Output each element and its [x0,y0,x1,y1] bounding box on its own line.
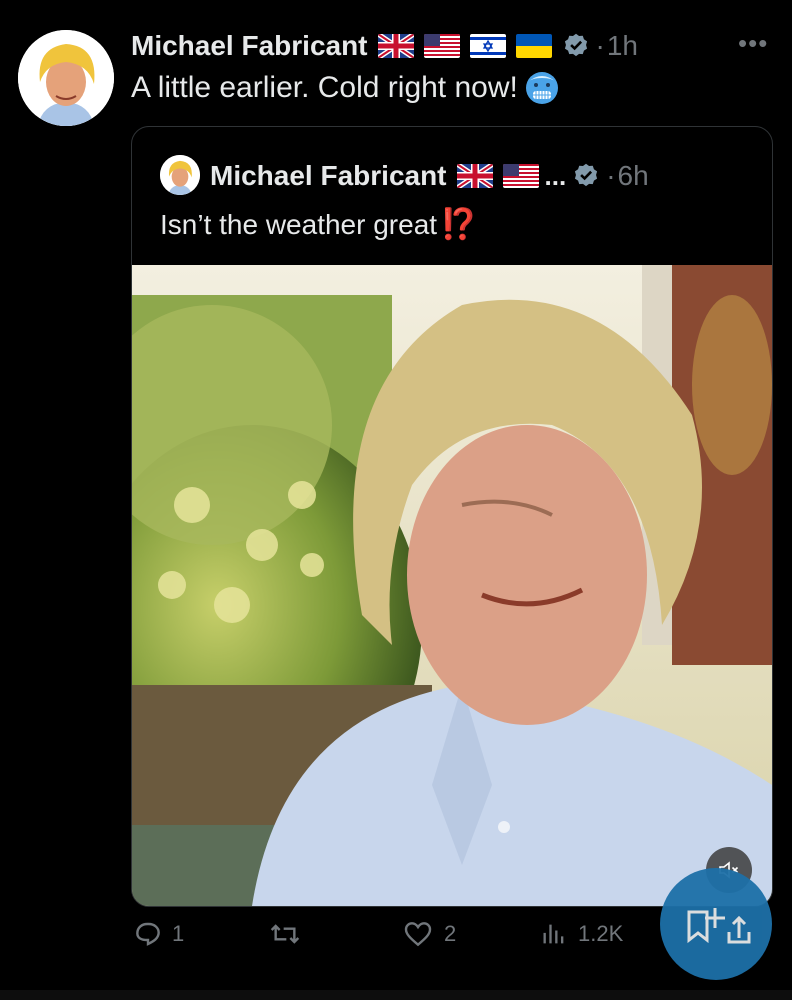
like-count: 2 [444,921,457,946]
israel-flag-icon [469,34,506,58]
post-timestamp[interactable]: 1h [607,30,638,62]
uk-flag-icon [456,164,493,188]
verified-badge-icon [575,163,598,187]
video-frame [132,265,772,906]
views-chart-icon [543,924,564,944]
repost-button[interactable] [268,918,302,950]
quoted-text-row: Isn’t the weather great ⁉️ [160,207,477,242]
quoted-time-separator: · [606,160,616,191]
exclamation-question-emoji: ⁉️ [440,208,478,241]
quoted-timestamp[interactable]: 6h [618,160,649,192]
heart-icon [404,922,432,947]
us-flag-icon [423,34,460,58]
more-options-icon[interactable]: ••• [738,28,768,59]
author-name[interactable]: Michael Fabricant [131,30,368,62]
views-button[interactable]: 1.2K [540,918,623,950]
post-header: Michael Fabricant · 1h [131,26,638,66]
quoted-post[interactable]: Michael Fabricant ... · 6h Isn’t the wea… [131,126,773,907]
avatar-portrait [18,30,114,126]
cold-face-emoji-icon [525,72,558,104]
quoted-name-ellipsis: ... [544,160,567,191]
reply-button[interactable]: 1 [132,918,184,950]
repost-icon [270,924,300,944]
view-count: 1.2K [578,921,624,946]
post-text: A little earlier. Cold right now! [131,71,518,104]
author-avatar[interactable] [18,30,114,126]
us-flag-icon [502,164,539,188]
compose-fab-button[interactable] [660,868,772,980]
quoted-author-avatar[interactable] [160,155,200,195]
post-text-row: A little earlier. Cold right now! [131,70,560,106]
bottom-divider [0,990,792,1000]
quoted-header: Michael Fabricant ... · 6h [210,157,649,195]
quoted-author-name[interactable]: Michael Fabricant [210,160,447,192]
video-player[interactable] [132,265,772,906]
reply-count: 1 [172,921,185,946]
bookmark-share-icon [687,908,751,944]
quoted-text: Isn’t the weather great [160,208,438,240]
quoted-avatar-portrait [160,155,200,195]
uk-flag-icon [377,34,414,58]
like-button[interactable]: 2 [402,918,456,950]
ukraine-flag-icon [515,34,552,58]
verified-badge-icon [564,33,587,57]
time-separator: · [595,30,605,61]
reply-icon [136,922,160,946]
